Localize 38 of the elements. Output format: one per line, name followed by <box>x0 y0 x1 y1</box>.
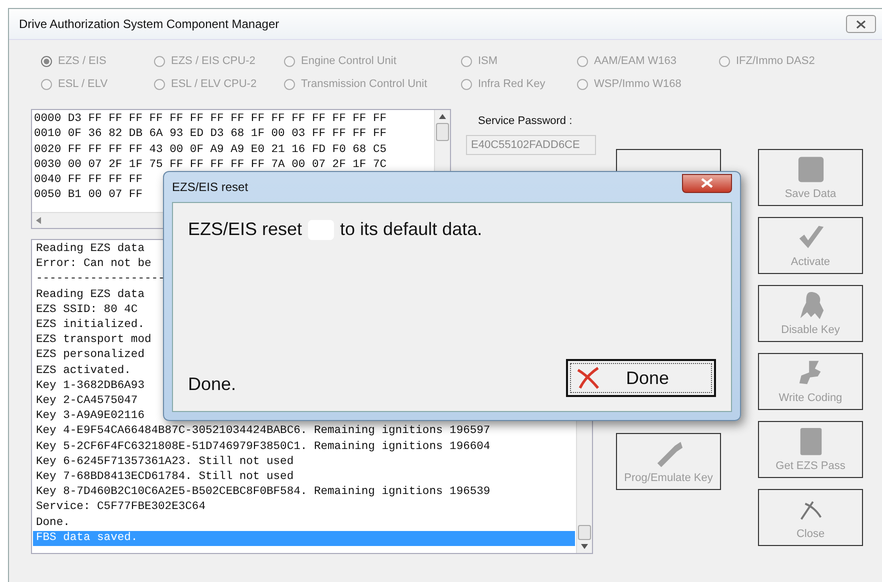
close-icon <box>701 178 713 188</box>
hex-line: 0050 B1 00 07 FF <box>34 188 142 204</box>
log-line[interactable]: Done. <box>33 516 575 531</box>
service-password-field[interactable]: E40C55102FADD6CE <box>466 135 596 155</box>
action-button[interactable]: Close <box>758 489 863 546</box>
scroll-left-icon[interactable] <box>36 217 41 224</box>
log-line[interactable]: Key 4-E9F54CA66484B87C-30521034424BABC6. Remaining ignitions 196597 <box>33 424 575 440</box>
scroll-thumb[interactable] <box>436 123 449 141</box>
close-icon <box>856 20 866 28</box>
dialog-message: EZS/EIS reset <box>188 219 302 240</box>
done-button[interactable]: Done <box>566 359 716 397</box>
hex-line: 0010 0F 36 82 DB 6A 93 ED D3 68 1F 00 03 FF FF FF FF <box>34 127 387 142</box>
hex-line: 0030 00 07 2F 1F 75 FF FF FF FF FF 7A 00 07 2F 1F 7C <box>34 158 387 173</box>
action-button[interactable]: Disable Key <box>758 285 863 342</box>
hex-line: 0040 FF FF FF FF <box>34 173 142 188</box>
log-line[interactable]: Key 6-6245F71357361A23. Still not used <box>33 454 575 470</box>
action-button[interactable]: Save Data <box>758 149 863 206</box>
action-button[interactable]: Get EZS Pass <box>758 421 863 478</box>
log-line[interactable]: Key 5-2CF6F4FC6321808E-51D746979F3850C1. Remaining ignitions 196604 <box>33 440 575 455</box>
log-line[interactable]: Key 7-68BD8413ECD61784. Still not used <box>33 470 575 486</box>
dialog-message: to its default data. <box>340 219 482 240</box>
scroll-down-icon[interactable] <box>581 544 588 549</box>
hex-line: 0020 FF FF FF FF 43 00 0F A9 A9 E0 21 16 FD F0 68 C5 <box>34 142 387 158</box>
close-button[interactable] <box>682 174 732 192</box>
scroll-up-icon[interactable] <box>439 114 446 119</box>
service-password-label: Service Password : <box>477 115 574 127</box>
cross-icon <box>576 366 602 390</box>
action-button[interactable]: Activate <box>758 217 863 274</box>
close-button[interactable] <box>846 15 876 33</box>
action-button[interactable]: Write Coding <box>758 353 863 410</box>
status-text: Done. <box>188 374 236 394</box>
log-line[interactable]: Service: C5F77FBE302E3C64 <box>33 500 575 516</box>
dialog-title: EZS/EIS reset <box>172 180 248 194</box>
scroll-thumb[interactable] <box>578 525 591 540</box>
window-title: Drive Authorization System Component Manager <box>19 17 280 31</box>
hex-line: 0000 D3 FF FF FF FF FF FF FF FF FF FF FF FF FF FF FF <box>34 112 387 127</box>
log-line[interactable]: Key 8-7D460B2C10C6A2E5-B502CEBC8F0BF584. Remaining ignitions 196539 <box>33 485 575 500</box>
action-button[interactable]: Prog/Emulate Key <box>616 433 721 490</box>
